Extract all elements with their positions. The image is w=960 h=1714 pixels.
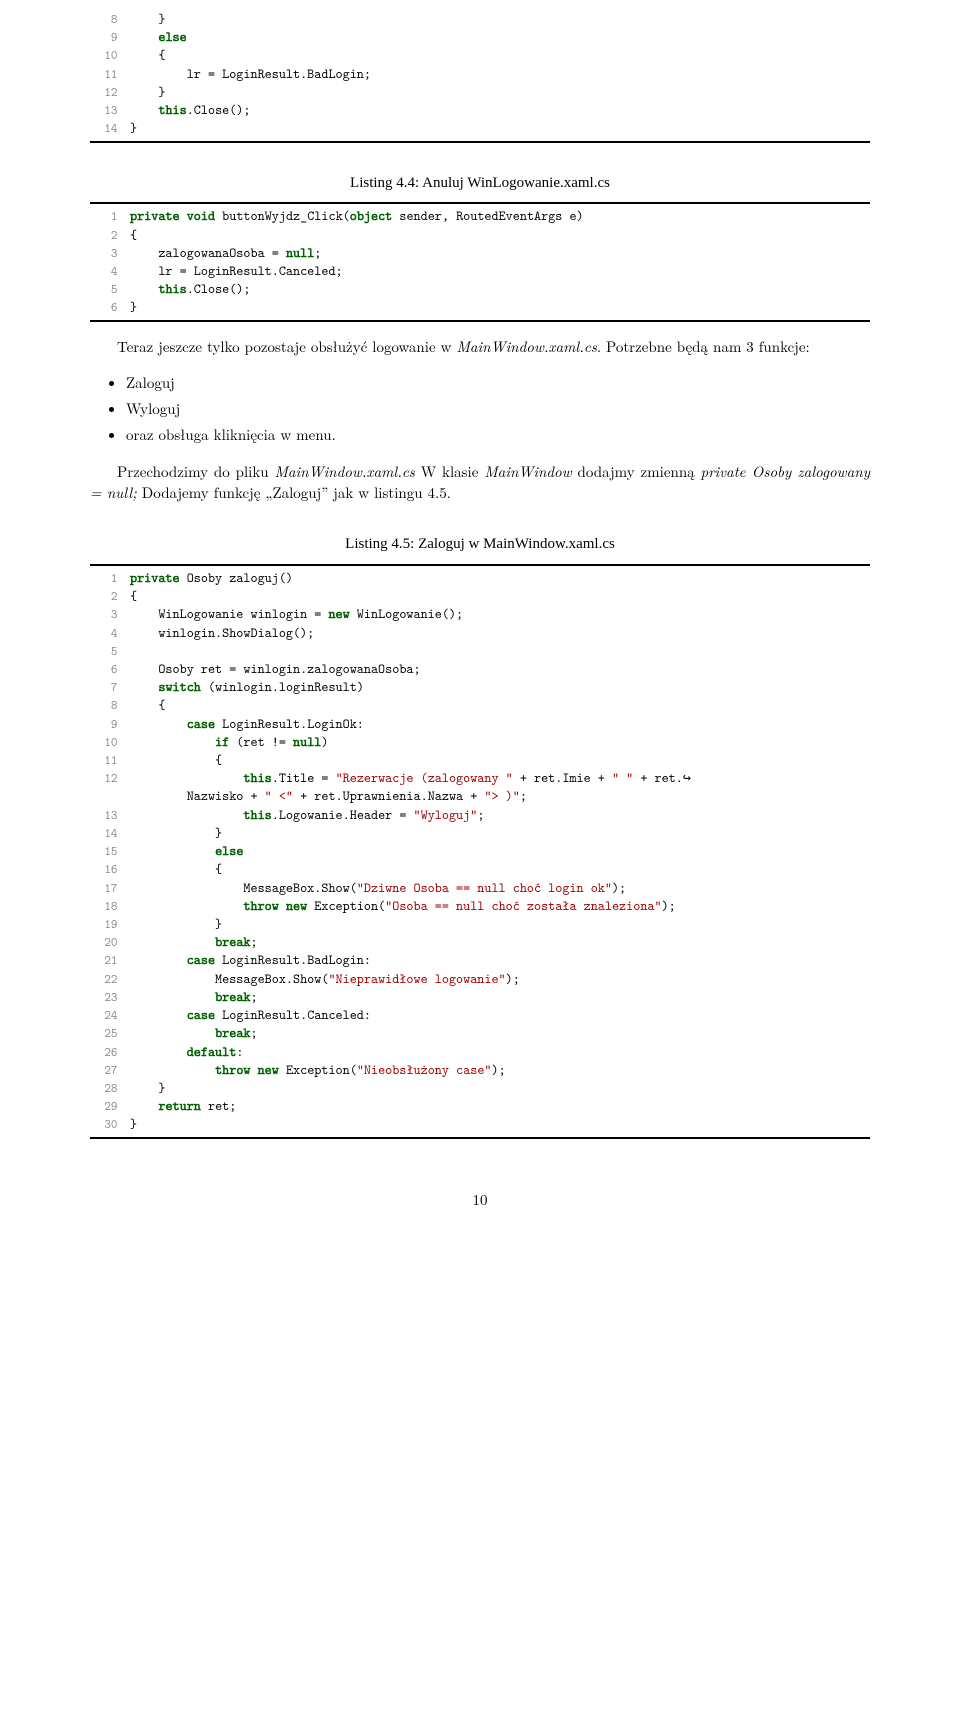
code-listing-4-5: 1private Osoby zaloguj()2{3 WinLogowanie… [90, 569, 870, 1134]
filename: MainWindow.xaml.cs [456, 336, 596, 357]
text: W klasie [415, 461, 484, 482]
rule [90, 1138, 870, 1139]
list-item: oraz obsługa kliknięcia w menu. [126, 424, 870, 446]
page-number: 10 [90, 1189, 870, 1211]
bullet-list: Zaloguj Wyloguj oraz obsługa kliknięcia … [108, 372, 870, 445]
listing-caption-4-4: Listing 4.4: Anuluj WinLogowanie.xaml.cs [90, 173, 870, 195]
listing-caption-4-5: Listing 4.5: Zaloguj w MainWindow.xaml.c… [90, 534, 870, 556]
text: . Potrzebne będą nam 3 funkcje: [597, 336, 810, 357]
rule [90, 565, 870, 566]
code-listing-4-4: 1private void buttonWyjdz_Click(object s… [90, 207, 870, 316]
rule [90, 203, 870, 204]
classname: MainWindow [484, 461, 571, 482]
text: Teraz jeszcze tylko pozostaje obsłużyć l… [117, 336, 456, 357]
body-paragraph: Przechodzimy do pliku MainWindow.xaml.cs… [90, 461, 870, 505]
rule [90, 321, 870, 322]
code-listing-4-3-cont: 8 }9 else10 {11 lr = LoginResult.BadLogi… [90, 10, 870, 138]
filename: MainWindow.xaml.cs [274, 461, 414, 482]
text: dodajmy zmienną [572, 461, 701, 482]
text: Dodajemy funkcję „Zaloguj” jak w listing… [137, 482, 451, 503]
rule [90, 142, 870, 143]
text: Przechodzimy do pliku [117, 461, 274, 482]
list-item: Wyloguj [126, 398, 870, 420]
body-paragraph: Teraz jeszcze tylko pozostaje obsłużyć l… [90, 336, 870, 358]
list-item: Zaloguj [126, 372, 870, 394]
